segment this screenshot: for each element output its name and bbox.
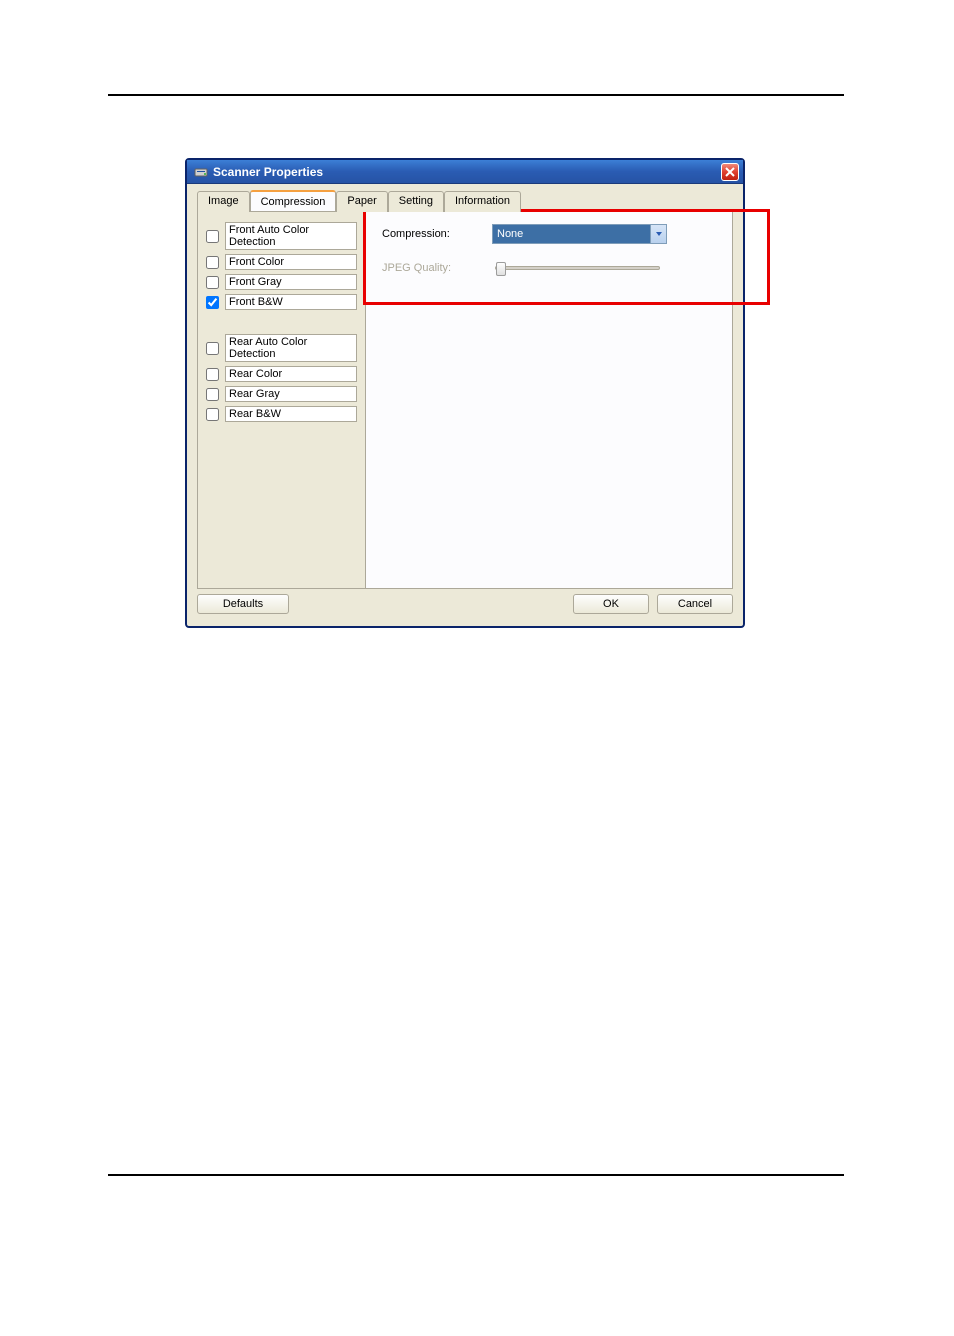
compression-row: Compression: None [382, 224, 716, 244]
dialog-title: Scanner Properties [213, 165, 323, 179]
scanner-properties-dialog: Scanner Properties Image Compression Pap… [185, 158, 745, 628]
rear-color-row: Rear Color [206, 366, 357, 382]
front-auto-color-checkbox[interactable] [206, 230, 219, 243]
rear-auto-color-label[interactable]: Rear Auto Color Detection [225, 334, 357, 362]
rear-gray-row: Rear Gray [206, 386, 357, 402]
front-bw-checkbox[interactable] [206, 296, 219, 309]
front-group: Front Auto Color Detection Front Color F… [206, 222, 357, 310]
rear-gray-checkbox[interactable] [206, 388, 219, 401]
compression-select[interactable]: None [492, 224, 667, 244]
page-bottom-divider [108, 1174, 844, 1176]
tab-compression[interactable]: Compression [250, 190, 337, 211]
compression-value: None [497, 228, 523, 240]
tab-image[interactable]: Image [197, 191, 250, 212]
ok-button[interactable]: OK [573, 594, 649, 614]
right-buttons: OK Cancel [573, 594, 733, 614]
rear-color-checkbox[interactable] [206, 368, 219, 381]
cancel-button[interactable]: Cancel [657, 594, 733, 614]
front-auto-color-label[interactable]: Front Auto Color Detection [225, 222, 357, 250]
compression-settings-pane: Compression: None JPEG Quality: [366, 212, 732, 588]
rear-auto-color-row: Rear Auto Color Detection [206, 334, 357, 362]
jpeg-quality-slider[interactable] [495, 266, 660, 270]
close-button[interactable] [721, 163, 739, 181]
front-gray-label[interactable]: Front Gray [225, 274, 357, 290]
front-color-label[interactable]: Front Color [225, 254, 357, 270]
rear-gray-label[interactable]: Rear Gray [225, 386, 357, 402]
front-auto-color-row: Front Auto Color Detection [206, 222, 357, 250]
rear-group: Rear Auto Color Detection Rear Color Rea… [206, 334, 357, 422]
compression-label: Compression: [382, 228, 492, 240]
rear-color-label[interactable]: Rear Color [225, 366, 357, 382]
front-color-row: Front Color [206, 254, 357, 270]
jpeg-quality-row: JPEG Quality: [382, 262, 716, 274]
titlebar: Scanner Properties [187, 160, 743, 184]
dialog-button-row: Defaults OK Cancel [197, 594, 733, 614]
tab-row: Image Compression Paper Setting Informat… [197, 190, 743, 211]
tab-setting[interactable]: Setting [388, 191, 444, 212]
rear-auto-color-checkbox[interactable] [206, 342, 219, 355]
front-bw-row: Front B&W [206, 294, 357, 310]
rear-bw-label[interactable]: Rear B&W [225, 406, 357, 422]
front-gray-row: Front Gray [206, 274, 357, 290]
front-color-checkbox[interactable] [206, 256, 219, 269]
scanner-icon [193, 164, 209, 180]
page-top-divider [108, 94, 844, 96]
tab-paper[interactable]: Paper [336, 191, 387, 212]
front-bw-label[interactable]: Front B&W [225, 294, 357, 310]
front-gray-checkbox[interactable] [206, 276, 219, 289]
defaults-button[interactable]: Defaults [197, 594, 289, 614]
chevron-down-icon [650, 225, 666, 243]
tab-panel: Front Auto Color Detection Front Color F… [197, 211, 733, 589]
rear-bw-row: Rear B&W [206, 406, 357, 422]
jpeg-quality-label: JPEG Quality: [382, 262, 492, 274]
rear-bw-checkbox[interactable] [206, 408, 219, 421]
slider-thumb[interactable] [496, 262, 506, 276]
tab-information[interactable]: Information [444, 191, 521, 212]
image-selection-pane: Front Auto Color Detection Front Color F… [198, 212, 366, 588]
titlebar-left: Scanner Properties [193, 164, 323, 180]
